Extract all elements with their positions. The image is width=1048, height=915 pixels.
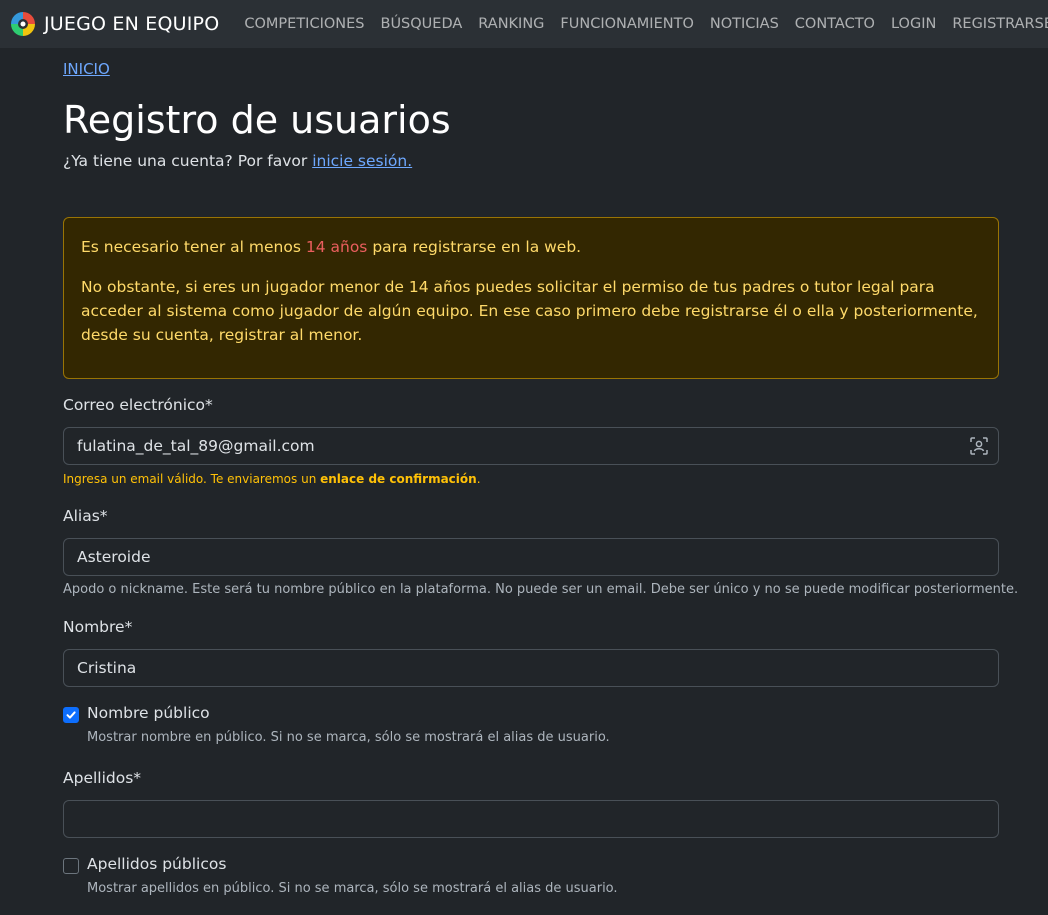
- nombre-publico-checkbox[interactable]: [63, 707, 79, 723]
- apellidos-publicos-checkbox[interactable]: [63, 858, 79, 874]
- email-help-text: Ingresa un email válido. Te enviaremos u…: [63, 472, 317, 486]
- nav-ranking[interactable]: RANKING: [470, 0, 552, 48]
- brand-name: JUEGO EN EQUIPO: [44, 13, 220, 35]
- brand-logo-icon: [11, 12, 35, 36]
- contact-card-icon[interactable]: [969, 436, 989, 456]
- age-warning-alert: Es necesario tener al menos 14 años para…: [63, 217, 999, 379]
- login-prompt-text: ¿Ya tiene una cuenta? Por favor: [63, 152, 308, 170]
- nombre-label: Nombre*: [63, 618, 133, 636]
- alias-label: Alias*: [63, 507, 108, 525]
- navbar: JUEGO EN EQUIPO COMPETICIONES BÚSQUEDA R…: [0, 0, 1048, 48]
- checkmark-icon: [66, 711, 76, 719]
- email-label: Correo electrónico*: [63, 396, 213, 414]
- apellidos-publicos-label[interactable]: Apellidos públicos: [87, 855, 226, 873]
- alert-text-before: Es necesario tener al menos: [81, 238, 301, 256]
- alias-field[interactable]: [63, 538, 999, 576]
- email-help-strong: enlace de confirmación: [320, 472, 477, 486]
- alias-help: Apodo o nickname. Este será tu nombre pú…: [63, 582, 1019, 597]
- nav-login[interactable]: LOGIN: [883, 0, 944, 48]
- apellidos-label: Apellidos*: [63, 769, 142, 787]
- login-prompt: ¿Ya tiene una cuenta? Por favor inicie s…: [63, 152, 412, 170]
- nav-links: COMPETICIONES BÚSQUEDA RANKING FUNCIONAM…: [236, 0, 1048, 48]
- alert-age-highlight: 14 años: [305, 238, 368, 256]
- nav-competiciones[interactable]: COMPETICIONES: [236, 0, 372, 48]
- alert-minor-info: No obstante, si eres un jugador menor de…: [81, 278, 978, 344]
- breadcrumb-inicio[interactable]: INICIO: [63, 60, 110, 78]
- apellidos-publicos-help: Mostrar apellidos en público. Si no se m…: [87, 881, 618, 896]
- page-title: Registro de usuarios: [63, 98, 451, 142]
- nav-busqueda[interactable]: BÚSQUEDA: [373, 0, 471, 48]
- email-help: Ingresa un email válido. Te enviaremos u…: [63, 472, 481, 486]
- nombre-field[interactable]: [63, 649, 999, 687]
- nav-funcionamiento[interactable]: FUNCIONAMIENTO: [552, 0, 701, 48]
- nav-noticias[interactable]: NOTICIAS: [702, 0, 787, 48]
- alert-text-after: para registrarse en la web.: [372, 238, 582, 256]
- login-link[interactable]: inicie sesión.: [312, 152, 412, 170]
- alert-age-requirement: Es necesario tener al menos 14 años para…: [81, 235, 982, 259]
- nombre-publico-help: Mostrar nombre en público. Si no se marc…: [87, 730, 610, 745]
- nombre-publico-label[interactable]: Nombre público: [87, 704, 210, 722]
- brand-link[interactable]: JUEGO EN EQUIPO: [10, 0, 219, 48]
- email-field[interactable]: [63, 427, 999, 465]
- email-help-end: .: [476, 472, 481, 486]
- nav-contacto[interactable]: CONTACTO: [787, 0, 883, 48]
- nav-registrarse[interactable]: REGISTRARSE: [944, 0, 1048, 48]
- apellidos-field[interactable]: [63, 800, 999, 838]
